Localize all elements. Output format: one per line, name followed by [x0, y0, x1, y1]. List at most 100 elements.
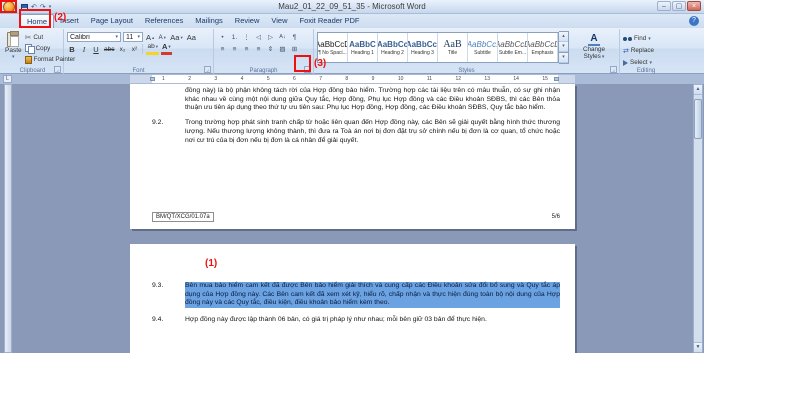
- copy-icon: [25, 44, 34, 53]
- document-page-1[interactable]: đồng này) là bộ phận không tách rời của …: [130, 84, 575, 229]
- gallery-scroll-down-icon[interactable]: ▾: [559, 42, 568, 52]
- vertical-scrollbar[interactable]: ▲ ▼: [693, 84, 703, 353]
- right-indent-marker[interactable]: [554, 77, 559, 81]
- minimize-button[interactable]: –: [657, 1, 671, 11]
- document-page-2[interactable]: 9.3. Bên mua bảo hiểm cam kết đã được Bê…: [130, 244, 575, 353]
- close-button[interactable]: ×: [687, 1, 701, 11]
- gallery-scroll-up-icon[interactable]: ▴: [559, 32, 568, 42]
- style-item-title[interactable]: AaB Title: [438, 33, 468, 62]
- tab-home[interactable]: Home: [20, 14, 54, 28]
- change-case-button[interactable]: Aa ▾: [169, 32, 183, 43]
- section-text: Trong trường hợp phát sinh tranh chấp từ…: [185, 119, 560, 145]
- tab-references[interactable]: References: [139, 14, 189, 28]
- tab-stop-selector[interactable]: L: [3, 75, 12, 83]
- increase-indent-button[interactable]: ▷: [265, 32, 276, 43]
- scrollbar-thumb[interactable]: [694, 99, 702, 139]
- group-paragraph: • 1. ⋮ ◁ ▷ A↓ ¶ ≡ ≡ ≡ ≡ ⇕ ▨ ⊞ Paragraph …: [214, 29, 314, 74]
- style-item-no-spacing[interactable]: AaBbCcD ¶ No Spaci...: [318, 33, 348, 62]
- paste-icon: [7, 32, 19, 47]
- superscript-button[interactable]: x²: [129, 44, 139, 55]
- scroll-up-icon[interactable]: ▲: [694, 85, 702, 95]
- left-indent-marker[interactable]: [150, 77, 155, 81]
- tab-foxit-reader-pdf[interactable]: Foxit Reader PDF: [294, 14, 366, 28]
- italic-button[interactable]: I: [79, 44, 89, 55]
- section-9-3: 9.3. Bên mua bảo hiểm cam kết đã được Bê…: [152, 282, 560, 308]
- style-item-emphasis[interactable]: AaBbCcD Emphasis: [528, 33, 558, 62]
- align-center-button[interactable]: ≡: [229, 44, 240, 55]
- bullets-button[interactable]: •: [217, 32, 228, 43]
- style-item-heading-2[interactable]: AaBbCc Heading 2: [378, 33, 408, 62]
- vertical-ruler[interactable]: [4, 84, 12, 353]
- font-dialog-launcher[interactable]: ⌟: [204, 66, 211, 73]
- gallery-more-icon[interactable]: ▾: [559, 52, 568, 63]
- horizontal-ruler[interactable]: L 1 2 3 4 5 6 7 8 9 10 11 12 13 14 15: [0, 74, 704, 84]
- font-size-select[interactable]: 11 ▾: [123, 32, 143, 42]
- show-hide-pilcrow-button[interactable]: ¶: [289, 32, 300, 43]
- strikethrough-button[interactable]: abc: [103, 44, 115, 55]
- tab-page-layout[interactable]: Page Layout: [85, 14, 139, 28]
- paragraph-dialog-launcher[interactable]: ⌟: [304, 66, 311, 73]
- font-color-button[interactable]: A ▾: [161, 44, 172, 55]
- ribbon-tab-bar: Home Insert Page Layout References Maili…: [0, 14, 704, 28]
- tab-review[interactable]: Review: [229, 14, 266, 28]
- window-controls: – ▢ ×: [657, 1, 701, 11]
- styles-gallery: AaBbCcD ¶ No Spaci... AaBbC Heading 1 Aa…: [317, 32, 559, 63]
- align-left-button[interactable]: ≡: [217, 44, 228, 55]
- style-item-subtle-emphasis[interactable]: AaBbCcD Subtle Em...: [498, 33, 528, 62]
- style-sample: AaBbCc: [378, 40, 408, 50]
- tab-insert[interactable]: Insert: [54, 14, 85, 28]
- change-styles-icon: A: [588, 33, 599, 46]
- style-item-heading-3[interactable]: AaBbCcI Heading 3: [408, 33, 438, 62]
- borders-button[interactable]: ⊞: [289, 44, 300, 55]
- shading-button[interactable]: ▨: [277, 44, 288, 55]
- style-name: Heading 2: [381, 50, 404, 56]
- select-label: Select: [630, 59, 648, 66]
- line-spacing-button[interactable]: ⇕: [265, 44, 276, 55]
- tab-mailings[interactable]: Mailings: [189, 14, 229, 28]
- align-right-button[interactable]: ≡: [241, 44, 252, 55]
- font-name-value: Calibri: [70, 34, 90, 41]
- help-icon[interactable]: ?: [689, 16, 699, 26]
- scroll-down-icon[interactable]: ▼: [694, 342, 702, 352]
- multilevel-list-button[interactable]: ⋮: [241, 32, 252, 43]
- select-button[interactable]: Select ▾: [623, 58, 669, 67]
- clipboard-dialog-launcher[interactable]: ⌟: [54, 66, 61, 73]
- find-label: Find: [634, 35, 646, 42]
- clear-formatting-button[interactable]: Aa: [186, 32, 197, 43]
- style-item-subtitle[interactable]: AaBbCc. Subtitle: [468, 33, 498, 62]
- change-styles-label-2-text: Styles: [584, 53, 601, 60]
- highlight-label: ab: [147, 42, 154, 52]
- decrease-indent-button[interactable]: ◁: [253, 32, 264, 43]
- numbering-button[interactable]: 1.: [229, 32, 240, 43]
- bold-button[interactable]: B: [67, 44, 77, 55]
- style-name: Title: [448, 50, 457, 56]
- find-button[interactable]: Find ▾: [623, 34, 669, 43]
- section-text: Hợp đồng này được lập thành 06 bản, có g…: [185, 316, 560, 325]
- footer-page-number: 5/6: [552, 214, 560, 220]
- justify-button[interactable]: ≡: [253, 44, 264, 55]
- subscript-button[interactable]: x₂: [117, 44, 127, 55]
- ruler-number: 2: [188, 76, 191, 82]
- font-color-caret-icon: ▾: [168, 42, 170, 52]
- style-sample: AaB: [443, 40, 461, 50]
- style-item-heading-1[interactable]: AaBbC Heading 1: [348, 33, 378, 62]
- change-styles-button[interactable]: A Change Styles ▾: [572, 31, 616, 64]
- paste-button[interactable]: Paste ▾: [5, 31, 22, 64]
- ruler-number: 3: [214, 76, 217, 82]
- style-name: Subtle Em...: [499, 50, 526, 56]
- styles-dialog-launcher[interactable]: ⌟: [610, 66, 617, 73]
- ruler-numbers: 1 2 3 4 5 6 7 8 9 10 11 12 13 14 15: [152, 75, 558, 83]
- section-number: 9.3.: [152, 282, 185, 308]
- document-area: đồng này) là bộ phận không tách rời của …: [0, 84, 704, 353]
- sort-button[interactable]: A↓: [277, 32, 288, 43]
- replace-button[interactable]: ⇄ Replace: [623, 46, 669, 55]
- text-highlight-button[interactable]: ab ▾: [146, 44, 159, 55]
- font-name-select[interactable]: Calibri ▾: [67, 32, 121, 42]
- ruler-number: 6: [293, 76, 296, 82]
- maximize-button[interactable]: ▢: [672, 1, 686, 11]
- style-sample: AaBbCcD: [318, 40, 348, 50]
- ruler-number: 9: [372, 76, 375, 82]
- underline-button[interactable]: U: [91, 44, 101, 55]
- selected-text[interactable]: Bên mua bảo hiểm cam kết đã được Bên bảo…: [185, 282, 560, 308]
- tab-view[interactable]: View: [265, 14, 293, 28]
